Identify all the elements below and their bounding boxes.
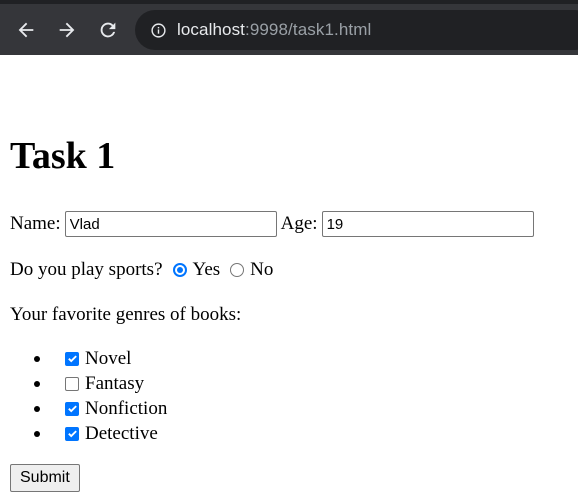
list-item: Nonfiction [34, 396, 167, 421]
url-path: :9998/task1.html [245, 20, 372, 39]
url-host: localhost [177, 20, 245, 39]
forward-button[interactable] [51, 14, 83, 46]
name-label: Name: [10, 213, 61, 234]
back-button[interactable] [10, 14, 42, 46]
genre-nonfiction-checkbox[interactable] [65, 401, 79, 416]
age-label: Age: [280, 213, 318, 234]
submit-button[interactable]: Submit [10, 464, 80, 492]
forward-arrow-icon [59, 22, 75, 38]
sports-no-radio[interactable] [230, 263, 245, 277]
genre-detective-checkbox[interactable] [65, 426, 79, 441]
sports-yes-radio[interactable] [172, 263, 187, 277]
address-bar[interactable]: localhost:9998/task1.html [135, 10, 578, 50]
genres-question: Your favorite genres of books: [10, 304, 242, 325]
sports-no-label[interactable]: No [250, 259, 273, 281]
check-icon [67, 430, 77, 438]
bullet-icon [34, 381, 40, 387]
back-arrow-icon [18, 22, 34, 38]
sports-yes-label[interactable]: Yes [193, 259, 221, 281]
genre-nonfiction-label[interactable]: Nonfiction [85, 398, 167, 420]
bullet-icon [34, 431, 40, 437]
genres-list: Novel Fantasy Nonfiction Detective [34, 346, 167, 446]
reload-icon [100, 22, 116, 38]
sports-row: Do you play sports? Yes No [10, 259, 273, 281]
check-icon [67, 355, 77, 363]
list-item: Novel [34, 346, 167, 371]
reload-button[interactable] [92, 14, 124, 46]
age-input[interactable] [321, 211, 534, 237]
name-input[interactable] [64, 211, 277, 237]
genre-novel-checkbox[interactable] [65, 351, 79, 366]
page-title: Task 1 [10, 135, 116, 177]
genre-novel-label[interactable]: Novel [85, 348, 131, 370]
genre-fantasy-checkbox[interactable] [65, 376, 79, 391]
bullet-icon [34, 356, 40, 362]
list-item: Fantasy [34, 371, 167, 396]
browser-toolbar: localhost:9998/task1.html [0, 0, 578, 55]
genre-fantasy-label[interactable]: Fantasy [85, 373, 144, 395]
list-item: Detective [34, 421, 167, 446]
url-text[interactable]: localhost:9998/task1.html [177, 20, 371, 40]
name-age-row: Name: Age: [10, 211, 538, 237]
check-icon [67, 405, 77, 413]
bullet-icon [34, 406, 40, 412]
sports-question: Do you play sports? [10, 259, 163, 280]
info-icon[interactable] [149, 21, 167, 39]
genre-detective-label[interactable]: Detective [85, 423, 158, 445]
